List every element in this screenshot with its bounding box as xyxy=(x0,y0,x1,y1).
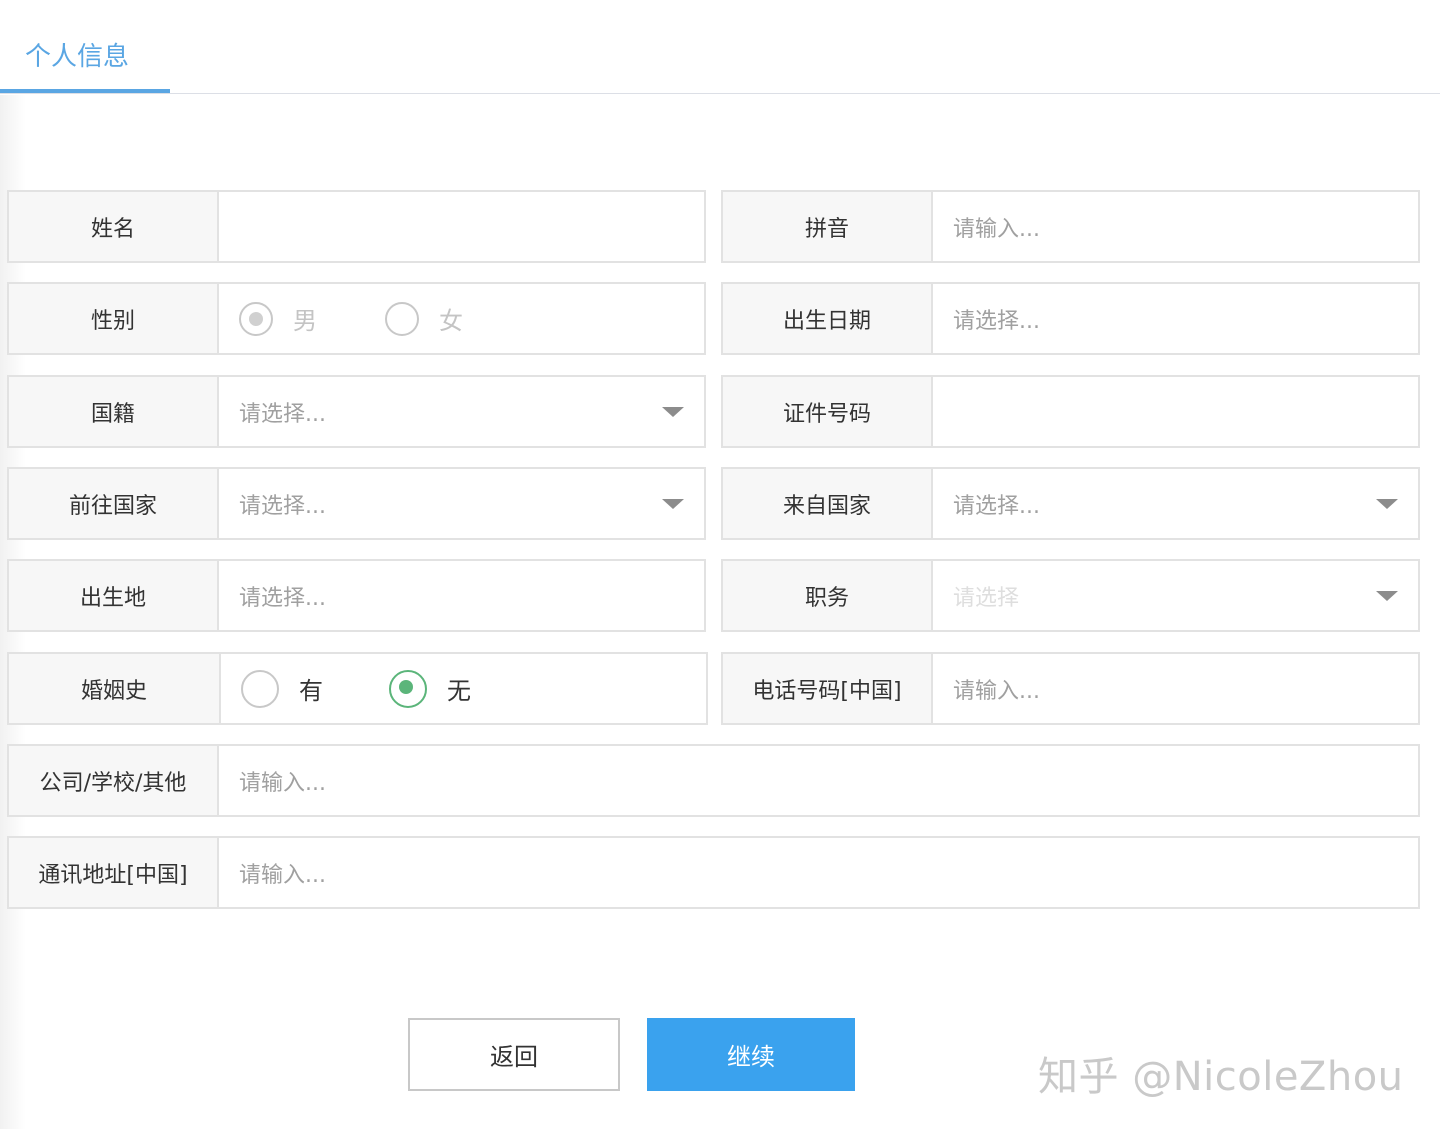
gender-radio-group: 男 女 xyxy=(219,284,704,353)
nationality-label: 国籍 xyxy=(9,377,219,446)
back-button[interactable]: 返回 xyxy=(408,1018,620,1091)
from-country-select[interactable]: 请选择... xyxy=(933,469,1418,538)
name-input[interactable] xyxy=(219,192,704,261)
marital-option-yes[interactable]: 有 xyxy=(241,669,323,708)
birth-date-row: 出生日期 请选择... xyxy=(721,282,1420,355)
birthplace-label: 出生地 xyxy=(9,561,219,630)
destination-country-label: 前往国家 xyxy=(9,469,219,538)
tab-personal-info[interactable]: 个人信息 xyxy=(0,0,170,93)
address-row: 通讯地址[中国] 请输入... xyxy=(7,836,1420,909)
destination-country-placeholder: 请选择... xyxy=(239,493,326,519)
organization-row: 公司/学校/其他 请输入... xyxy=(7,744,1420,817)
marital-history-radio-group: 有 无 xyxy=(221,654,706,723)
marital-history-row: 婚姻史 有 无 xyxy=(7,652,708,725)
nationality-row: 国籍 请选择... xyxy=(7,375,706,448)
radio-checked-icon xyxy=(389,669,427,708)
marital-history-label: 婚姻史 xyxy=(9,654,221,723)
destination-country-row: 前往国家 请选择... xyxy=(7,467,706,540)
from-country-row: 来自国家 请选择... xyxy=(721,467,1420,540)
address-input[interactable]: 请输入... xyxy=(219,838,1418,907)
position-select[interactable]: 请选择 xyxy=(933,561,1418,630)
id-number-input[interactable] xyxy=(933,377,1418,446)
phone-row: 电话号码[中国] 请输入... xyxy=(721,652,1420,725)
continue-button[interactable]: 继续 xyxy=(647,1018,855,1091)
birthplace-row: 出生地 请选择... xyxy=(7,559,706,632)
chevron-down-icon xyxy=(1376,498,1398,509)
nationality-select[interactable]: 请选择... xyxy=(219,377,704,446)
chevron-down-icon xyxy=(1376,590,1398,601)
id-number-row: 证件号码 xyxy=(721,375,1420,448)
id-number-label: 证件号码 xyxy=(723,377,933,446)
radio-unchecked-icon xyxy=(241,669,279,708)
chevron-down-icon xyxy=(662,498,684,509)
pinyin-label: 拼音 xyxy=(723,192,933,261)
marital-option-no-label: 无 xyxy=(447,677,471,705)
gender-option-male-label: 男 xyxy=(293,307,317,335)
birth-date-picker[interactable]: 请选择... xyxy=(933,284,1418,353)
destination-country-select[interactable]: 请选择... xyxy=(219,469,704,538)
birthplace-picker[interactable]: 请选择... xyxy=(219,561,704,630)
active-tab-indicator xyxy=(0,89,170,93)
from-country-placeholder: 请选择... xyxy=(953,493,1040,519)
phone-label: 电话号码[中国] xyxy=(723,654,933,723)
phone-input[interactable]: 请输入... xyxy=(933,654,1418,723)
pinyin-row: 拼音 请输入... xyxy=(721,190,1420,263)
nationality-placeholder: 请选择... xyxy=(239,401,326,427)
organization-input[interactable]: 请输入... xyxy=(219,746,1418,815)
radio-checked-icon xyxy=(239,301,273,336)
gender-option-male[interactable]: 男 xyxy=(239,301,317,336)
marital-option-yes-label: 有 xyxy=(299,677,323,705)
chevron-down-icon xyxy=(662,406,684,417)
from-country-label: 来自国家 xyxy=(723,469,933,538)
gender-option-female-label: 女 xyxy=(439,307,463,335)
name-row: 姓名 xyxy=(7,190,706,263)
address-label: 通讯地址[中国] xyxy=(9,838,219,907)
radio-unchecked-icon xyxy=(385,301,419,336)
organization-label: 公司/学校/其他 xyxy=(9,746,219,815)
gender-label: 性别 xyxy=(9,284,219,353)
name-label: 姓名 xyxy=(9,192,219,261)
position-placeholder: 请选择 xyxy=(953,585,1020,611)
tab-bar: 个人信息 xyxy=(0,0,1440,94)
position-label: 职务 xyxy=(723,561,933,630)
position-row: 职务 请选择 xyxy=(721,559,1420,632)
pinyin-input[interactable]: 请输入... xyxy=(933,192,1418,261)
gender-option-female[interactable]: 女 xyxy=(385,301,463,336)
gender-row: 性别 男 女 xyxy=(7,282,706,355)
marital-option-no[interactable]: 无 xyxy=(389,669,471,708)
watermark: 知乎 @NicoleZhou xyxy=(1038,1054,1404,1100)
birth-date-label: 出生日期 xyxy=(723,284,933,353)
